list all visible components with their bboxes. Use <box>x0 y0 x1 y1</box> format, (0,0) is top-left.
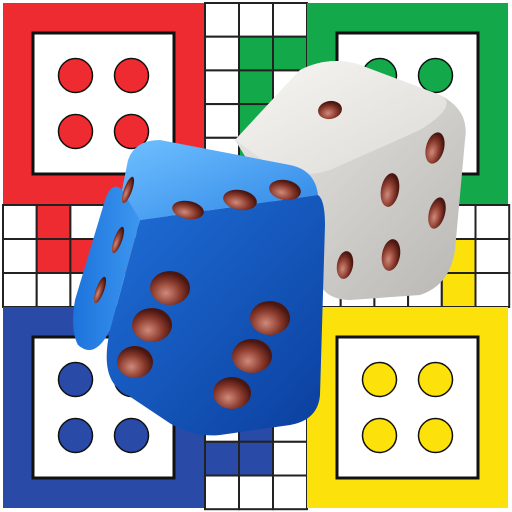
track-cell <box>440 272 477 308</box>
ludo-board-icon <box>0 0 512 512</box>
token-blue <box>57 361 94 398</box>
track-cell <box>35 238 72 274</box>
track-cell <box>2 238 38 274</box>
token-red <box>57 57 94 94</box>
token-yellow <box>417 417 454 454</box>
track-cell <box>238 2 274 38</box>
track-cell <box>204 474 240 511</box>
track-cell <box>238 474 274 511</box>
track-cell <box>238 69 274 106</box>
track-cell <box>35 204 72 240</box>
token-blue <box>113 417 150 454</box>
track-cell <box>204 103 240 139</box>
die-pip <box>150 271 190 305</box>
track-cell <box>272 35 308 72</box>
track-cell <box>204 2 240 38</box>
track-cell <box>2 204 38 240</box>
track-cell <box>474 238 511 274</box>
track-cell <box>474 272 511 308</box>
track-cell <box>272 440 308 477</box>
token-yellow <box>417 361 454 398</box>
token-yellow <box>361 361 398 398</box>
token-red <box>113 57 150 94</box>
token-green <box>417 57 454 94</box>
track-cell <box>238 440 274 477</box>
track-cell <box>204 440 240 477</box>
token-yellow <box>361 417 398 454</box>
die-pip <box>213 377 251 409</box>
token-red <box>57 113 94 150</box>
track-cell <box>2 272 38 308</box>
track-cell <box>272 2 308 38</box>
track-cell <box>272 474 308 511</box>
home-yellow <box>307 307 508 508</box>
ludo-board <box>2 2 511 511</box>
die-pip <box>250 301 290 335</box>
track-cell <box>35 272 72 308</box>
track-cell <box>474 204 511 240</box>
token-blue <box>57 417 94 454</box>
die-pip <box>132 308 172 342</box>
track-cell <box>204 35 240 72</box>
track-cell <box>238 35 274 72</box>
die-pip <box>117 346 153 378</box>
track-cell <box>204 69 240 106</box>
die-pip <box>232 339 272 373</box>
home-inner <box>335 335 480 480</box>
